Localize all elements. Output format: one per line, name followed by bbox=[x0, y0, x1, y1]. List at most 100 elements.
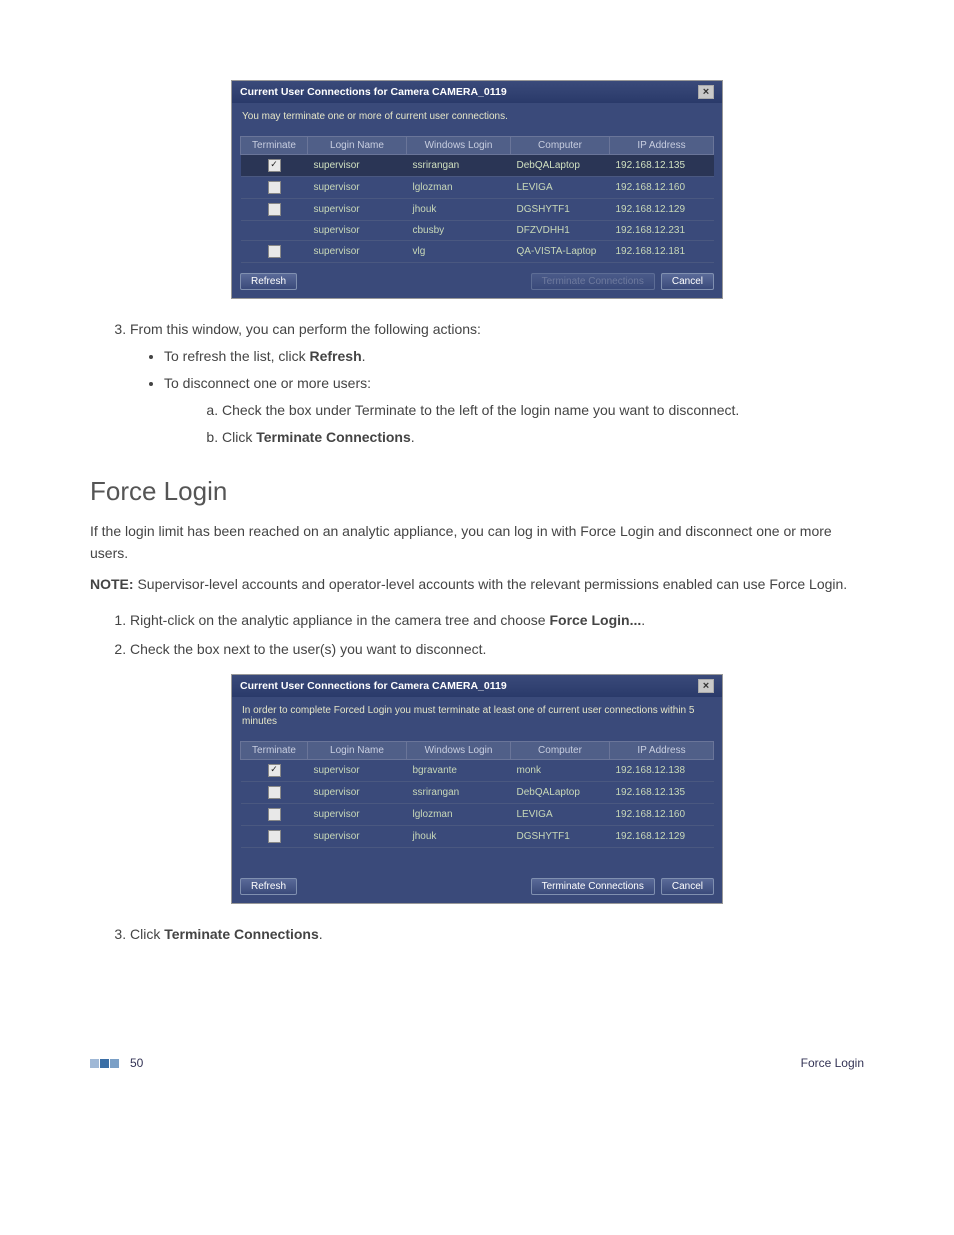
cell-winlogin: bgravante bbox=[407, 760, 511, 782]
cell-login: supervisor bbox=[308, 782, 407, 804]
cell-winlogin: ssrirangan bbox=[407, 782, 511, 804]
cell-login: supervisor bbox=[308, 760, 407, 782]
instruction-list-2: Right-click on the analytic appliance in… bbox=[90, 610, 864, 660]
footer-section: Force Login bbox=[801, 1056, 864, 1070]
col-login[interactable]: Login Name bbox=[308, 137, 407, 155]
step-bold: Force Login... bbox=[549, 612, 641, 628]
connections-table: Terminate Login Name Windows Login Compu… bbox=[240, 136, 714, 263]
table-body-1: ✓supervisorssriranganDebQALaptop192.168.… bbox=[241, 155, 714, 263]
cell-computer: DGSHYTF1 bbox=[511, 826, 610, 848]
cell-ip: 192.168.12.138 bbox=[610, 760, 714, 782]
body-paragraph: If the login limit has been reached on a… bbox=[90, 521, 864, 564]
note-body: Supervisor-level accounts and operator-l… bbox=[134, 576, 848, 592]
refresh-button[interactable]: Refresh bbox=[240, 878, 297, 895]
cell-computer: DGSHYTF1 bbox=[511, 199, 610, 221]
table-row[interactable]: ✓supervisorbgravantemonk192.168.12.138 bbox=[241, 760, 714, 782]
table-body-2: ✓supervisorbgravantemonk192.168.12.138su… bbox=[241, 760, 714, 848]
col-ip[interactable]: IP Address bbox=[610, 742, 714, 760]
note-paragraph: NOTE: Supervisor-level accounts and oper… bbox=[90, 574, 864, 596]
bullet-bold: Refresh bbox=[310, 348, 362, 364]
close-icon[interactable]: × bbox=[698, 679, 714, 693]
table-row[interactable]: supervisorlglozmanLEVIGA192.168.12.160 bbox=[241, 804, 714, 826]
close-icon[interactable]: × bbox=[698, 85, 714, 99]
terminate-checkbox[interactable] bbox=[268, 830, 281, 843]
col-computer[interactable]: Computer bbox=[511, 742, 610, 760]
list-item: To refresh the list, click Refresh. bbox=[164, 346, 864, 367]
cell-login: supervisor bbox=[308, 155, 407, 177]
dialog-body: Terminate Login Name Windows Login Compu… bbox=[232, 132, 722, 263]
table-row[interactable]: supervisorjhoukDGSHYTF1192.168.12.129 bbox=[241, 199, 714, 221]
table-row[interactable]: supervisorvlgQA-VISTA-Laptop192.168.12.1… bbox=[241, 241, 714, 263]
logo-icon bbox=[90, 1059, 120, 1068]
cell-login: supervisor bbox=[308, 826, 407, 848]
dialog-title-text: Current User Connections for Camera CAME… bbox=[240, 680, 507, 692]
letter-list: Check the box under Terminate to the lef… bbox=[164, 400, 864, 448]
cell-ip: 192.168.12.135 bbox=[610, 155, 714, 177]
table-row[interactable]: supervisorssriranganDebQALaptop192.168.1… bbox=[241, 782, 714, 804]
col-winlogin[interactable]: Windows Login bbox=[407, 137, 511, 155]
cell-ip: 192.168.12.160 bbox=[610, 177, 714, 199]
list-item: To disconnect one or more users: Check t… bbox=[164, 373, 864, 448]
step-text: . bbox=[641, 612, 645, 628]
instruction-list-1: From this window, you can perform the fo… bbox=[90, 319, 864, 448]
cell-computer: DebQALaptop bbox=[511, 782, 610, 804]
step-text: Right-click on the analytic appliance in… bbox=[130, 612, 549, 628]
table-row[interactable]: ✓supervisorssriranganDebQALaptop192.168.… bbox=[241, 155, 714, 177]
cell-winlogin: ssrirangan bbox=[407, 155, 511, 177]
terminate-checkbox[interactable] bbox=[268, 181, 281, 194]
cancel-button[interactable]: Cancel bbox=[661, 273, 714, 290]
list-item: Check the box next to the user(s) you wa… bbox=[130, 639, 864, 660]
table-row[interactable]: supervisorjhoukDGSHYTF1192.168.12.129 bbox=[241, 826, 714, 848]
col-computer[interactable]: Computer bbox=[511, 137, 610, 155]
cell-winlogin: lglozman bbox=[407, 177, 511, 199]
step3-intro: From this window, you can perform the fo… bbox=[130, 321, 481, 337]
cell-login: supervisor bbox=[308, 221, 407, 241]
terminate-checkbox[interactable] bbox=[268, 245, 281, 258]
list-item: Check the box under Terminate to the lef… bbox=[222, 400, 864, 421]
cell-ip: 192.168.12.231 bbox=[610, 221, 714, 241]
cell-computer: LEVIGA bbox=[511, 804, 610, 826]
dialog-message: You may terminate one or more of current… bbox=[232, 103, 722, 132]
terminate-checkbox[interactable] bbox=[268, 786, 281, 799]
step-text: . bbox=[319, 926, 323, 942]
dialog-body: Terminate Login Name Windows Login Compu… bbox=[232, 737, 722, 868]
letter-bold: Terminate Connections bbox=[256, 429, 411, 445]
col-login[interactable]: Login Name bbox=[308, 742, 407, 760]
terminate-checkbox[interactable]: ✓ bbox=[268, 159, 281, 172]
sub-bullets: To refresh the list, click Refresh. To d… bbox=[130, 346, 864, 448]
cell-computer: LEVIGA bbox=[511, 177, 610, 199]
bullet-text: . bbox=[362, 348, 366, 364]
terminate-connections-button[interactable]: Terminate Connections bbox=[531, 273, 655, 290]
col-terminate[interactable]: Terminate bbox=[241, 742, 308, 760]
cell-login: supervisor bbox=[308, 199, 407, 221]
dialog-buttons: Refresh Terminate Connections Cancel bbox=[232, 263, 722, 298]
cell-computer: QA-VISTA-Laptop bbox=[511, 241, 610, 263]
terminate-checkbox[interactable] bbox=[268, 203, 281, 216]
refresh-button[interactable]: Refresh bbox=[240, 273, 297, 290]
step-bold: Terminate Connections bbox=[164, 926, 319, 942]
bullet-text: To disconnect one or more users: bbox=[164, 375, 371, 391]
page-number: 50 bbox=[130, 1056, 143, 1070]
cell-ip: 192.168.12.129 bbox=[610, 199, 714, 221]
cell-login: supervisor bbox=[308, 241, 407, 263]
cell-login: supervisor bbox=[308, 177, 407, 199]
cancel-button[interactable]: Cancel bbox=[661, 878, 714, 895]
connections-dialog-2: Current User Connections for Camera CAME… bbox=[231, 674, 723, 904]
section-heading-force-login: Force Login bbox=[90, 476, 864, 507]
table-row[interactable]: supervisorlglozmanLEVIGA192.168.12.160 bbox=[241, 177, 714, 199]
col-terminate[interactable]: Terminate bbox=[241, 137, 308, 155]
terminate-connections-button[interactable]: Terminate Connections bbox=[531, 878, 655, 895]
terminate-checkbox[interactable]: ✓ bbox=[268, 764, 281, 777]
bullet-text: To refresh the list, click bbox=[164, 348, 310, 364]
list-item: Click Terminate Connections. bbox=[222, 427, 864, 448]
dialog-buttons: Refresh Terminate Connections Cancel bbox=[232, 868, 722, 903]
cell-computer: DFZVDHH1 bbox=[511, 221, 610, 241]
dialog-titlebar: Current User Connections for Camera CAME… bbox=[232, 675, 722, 697]
instruction-list-3: Click Terminate Connections. bbox=[90, 924, 864, 945]
col-winlogin[interactable]: Windows Login bbox=[407, 742, 511, 760]
cell-winlogin: lglozman bbox=[407, 804, 511, 826]
cell-winlogin: vlg bbox=[407, 241, 511, 263]
col-ip[interactable]: IP Address bbox=[610, 137, 714, 155]
terminate-checkbox[interactable] bbox=[268, 808, 281, 821]
table-row[interactable]: supervisorcbusbyDFZVDHH1192.168.12.231 bbox=[241, 221, 714, 241]
